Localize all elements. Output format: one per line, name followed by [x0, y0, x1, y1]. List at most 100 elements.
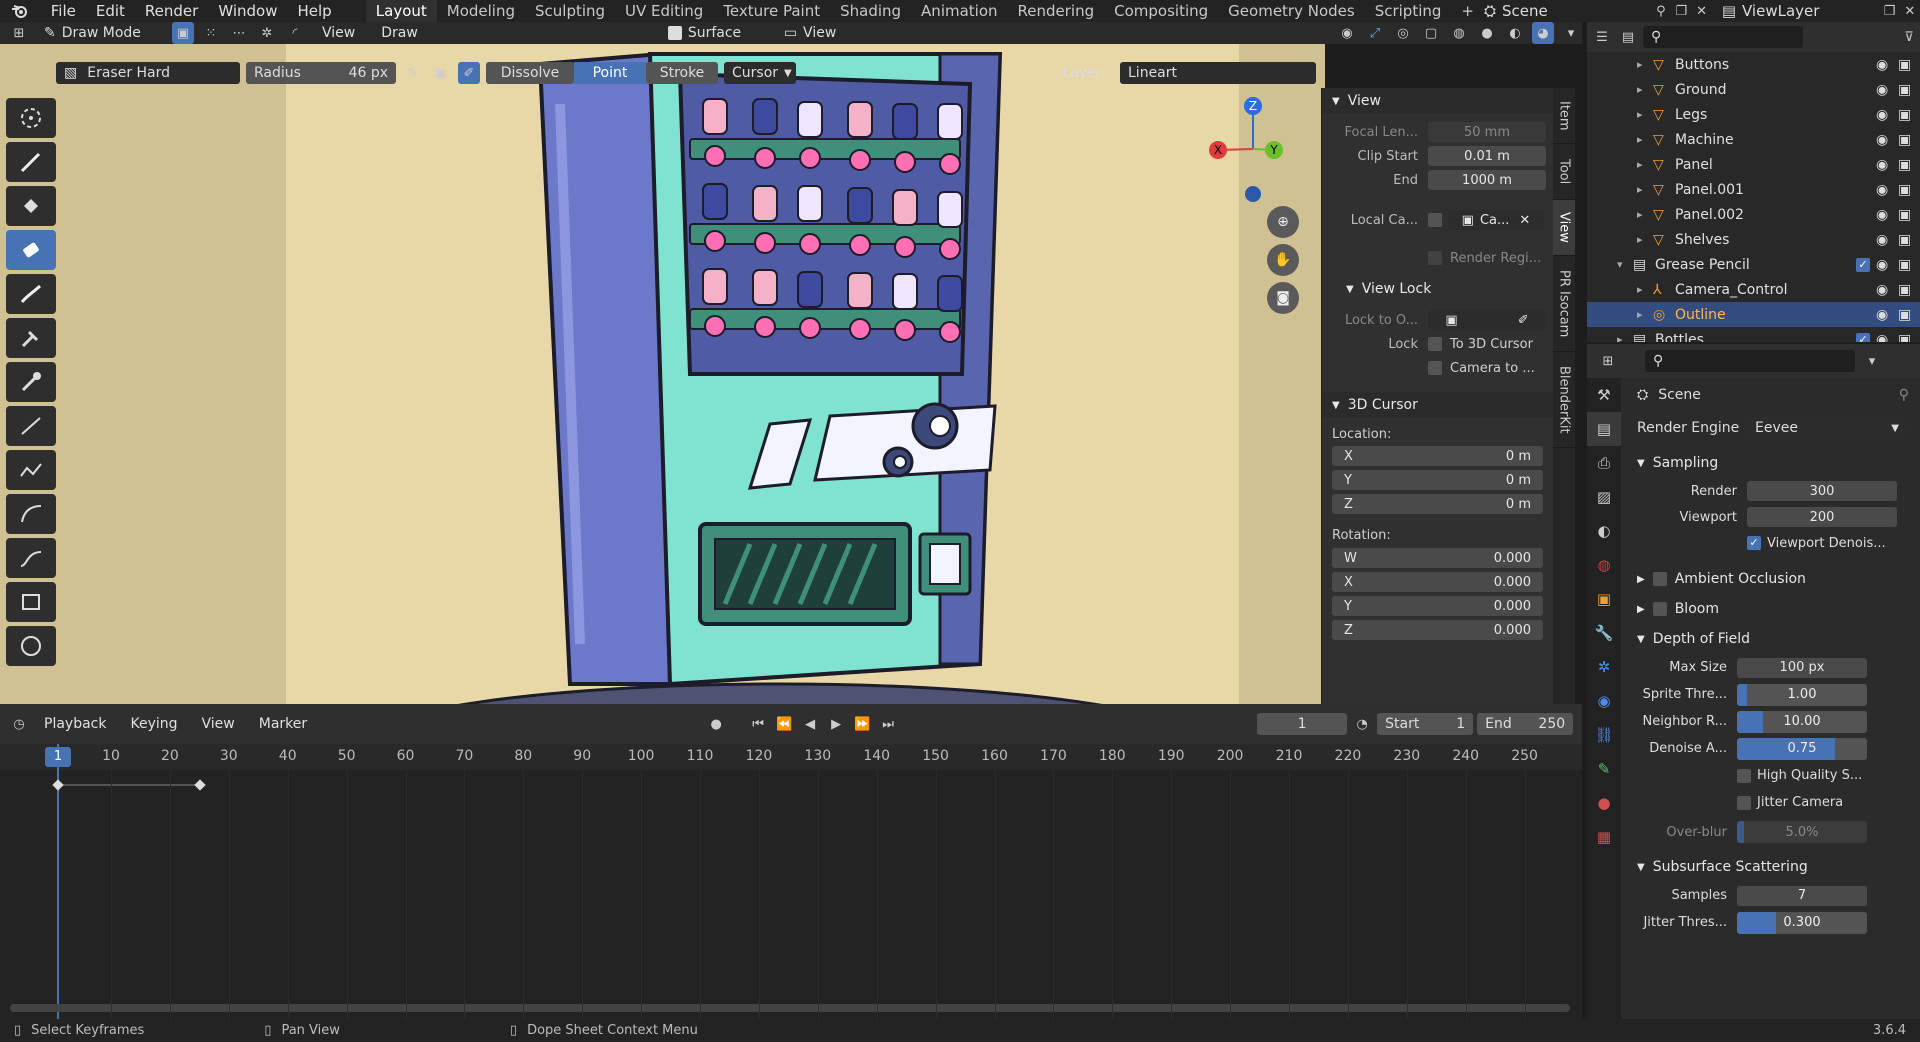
bloom-section[interactable]: ▶ Bloom: [1627, 594, 1917, 624]
local-camera-checkbox[interactable]: [1428, 213, 1442, 227]
play-reverse-icon[interactable]: ◀: [799, 713, 821, 735]
editor-type-icon[interactable]: ⊞: [8, 22, 30, 44]
sampling-section[interactable]: ▼ Sampling: [1627, 448, 1917, 478]
select-segment-icon[interactable]: ⋯: [228, 22, 250, 44]
camera-view-icon[interactable]: ◙: [1267, 282, 1299, 314]
viewport-denoise-checkbox[interactable]: ✓: [1747, 536, 1761, 550]
stroke-placement-dropdown[interactable]: Surface: [659, 22, 770, 44]
jitter-threshold-slider[interactable]: 0.300: [1737, 911, 1867, 934]
workspace-tab-compositing[interactable]: Compositing: [1104, 0, 1218, 22]
eye-icon[interactable]: ◉: [1876, 307, 1898, 323]
menu-window[interactable]: Window: [208, 0, 287, 22]
overlay-icon[interactable]: ◎: [1392, 22, 1414, 44]
render-camera-icon[interactable]: ▣: [1898, 332, 1920, 343]
view-panel-header[interactable]: ▼ View: [1322, 88, 1553, 114]
material-tab-icon[interactable]: ●: [1587, 786, 1621, 820]
next-keyframe-icon[interactable]: ⏩: [851, 713, 873, 735]
subsurface-scattering-section[interactable]: ▼ Subsurface Scattering: [1627, 852, 1917, 882]
workspace-tab-uv-editing[interactable]: UV Editing: [615, 0, 713, 22]
arc-tool[interactable]: [6, 494, 56, 534]
expand-arrow-icon[interactable]: ▸: [1637, 208, 1653, 221]
view-dropdown[interactable]: ▭ View: [775, 22, 886, 44]
pressure-icon[interactable]: ✎: [402, 62, 424, 84]
stroke-button[interactable]: Stroke: [646, 62, 718, 84]
jitter-camera-checkbox[interactable]: [1737, 795, 1751, 810]
eye-icon[interactable]: ◉: [1876, 182, 1898, 198]
eye-icon[interactable]: ◉: [1876, 82, 1898, 98]
select-strokes-icon[interactable]: ⁙: [200, 22, 222, 44]
outliner-row[interactable]: ▸ ▽ Panel.002 ◉ ▣: [1587, 202, 1920, 227]
pin-icon[interactable]: ⚲: [1651, 0, 1671, 22]
viewport-view-menu[interactable]: View: [312, 22, 365, 44]
constraints-tab-icon[interactable]: ⛓: [1587, 718, 1621, 752]
clip-end-field[interactable]: 1000 m: [1428, 170, 1546, 190]
visibility-icon[interactable]: ◉: [1336, 22, 1358, 44]
current-frame-field[interactable]: 1: [1257, 713, 1348, 735]
render-camera-icon[interactable]: ▣: [1898, 57, 1920, 73]
timeline-view-menu[interactable]: View: [192, 713, 245, 735]
render-engine-dropdown[interactable]: Eevee ▼: [1747, 417, 1907, 439]
texture-tab-icon[interactable]: ▦: [1587, 820, 1621, 854]
close-icon[interactable]: ✕: [1519, 213, 1530, 228]
horizontal-scrollbar[interactable]: [10, 1004, 1570, 1012]
render-samples-field[interactable]: 300: [1747, 481, 1897, 501]
hand-pan-icon[interactable]: ✋: [1267, 244, 1299, 276]
menu-edit[interactable]: Edit: [86, 0, 135, 22]
fill-tool[interactable]: [6, 186, 56, 226]
tab-tool[interactable]: Tool: [1553, 144, 1575, 200]
stopwatch-icon[interactable]: ◔: [1351, 713, 1373, 735]
new-view-layer-icon[interactable]: ❐: [1879, 0, 1899, 22]
view-layer-tab-icon[interactable]: ▨: [1587, 480, 1621, 514]
timeline-editor[interactable]: ◷ Playback Keying View Marker ● ⏮ ⏪ ◀ ▶ …: [0, 704, 1582, 1019]
lock-to-cursor-checkbox[interactable]: [1428, 337, 1442, 351]
eye-icon[interactable]: ◉: [1876, 157, 1898, 173]
workspace-tab-shading[interactable]: Shading: [830, 0, 911, 22]
workspace-tab-sculpting[interactable]: Sculpting: [525, 0, 615, 22]
select-points-icon[interactable]: ▣: [172, 22, 194, 44]
outliner-search-input[interactable]: ⚲: [1643, 26, 1803, 48]
start-frame-field[interactable]: Start 1: [1377, 713, 1474, 735]
world-tab-icon[interactable]: ◍: [1587, 548, 1621, 582]
collection-checkbox[interactable]: ✓: [1856, 332, 1870, 342]
physics-tab-icon[interactable]: ◉: [1587, 684, 1621, 718]
ambient-occlusion-section[interactable]: ▶ Ambient Occlusion: [1627, 564, 1917, 594]
cursor-location-x[interactable]: X 0 m: [1332, 446, 1543, 466]
cursor-rotation-y[interactable]: Y 0.000: [1332, 596, 1543, 616]
xray-icon[interactable]: ▢: [1420, 22, 1442, 44]
viewport-samples-field[interactable]: 200: [1747, 507, 1897, 527]
eye-icon[interactable]: ◉: [1876, 57, 1898, 73]
curve-tool[interactable]: [6, 538, 56, 578]
expand-arrow-icon[interactable]: ▸: [1617, 333, 1633, 342]
outliner-row[interactable]: ▸ ▽ Panel ◉ ▣: [1587, 152, 1920, 177]
wireframe-shading-icon[interactable]: ◍: [1448, 22, 1470, 44]
size-icon[interactable]: ▣: [430, 62, 452, 84]
eyedropper-tool[interactable]: [6, 362, 56, 402]
expand-arrow-icon[interactable]: ▸: [1637, 133, 1653, 146]
viewport-draw-menu[interactable]: Draw: [371, 22, 428, 44]
expand-arrow-icon[interactable]: ▸: [1637, 283, 1653, 296]
3d-cursor-header[interactable]: ▼ 3D Cursor: [1322, 392, 1553, 418]
outliner-row[interactable]: ▸ ▽ Ground ◉ ▣: [1587, 77, 1920, 102]
pin-tool-icon[interactable]: ✐: [458, 62, 480, 84]
modifier-tab-icon[interactable]: 🔧: [1587, 616, 1621, 650]
outliner-row[interactable]: ▸ ▽ Legs ◉ ▣: [1587, 102, 1920, 127]
end-frame-field[interactable]: End 250: [1477, 713, 1574, 735]
local-camera-field[interactable]: ▣ Ca... ✕: [1448, 210, 1544, 230]
new-scene-icon[interactable]: ❐: [1671, 0, 1691, 22]
eyedropper-icon[interactable]: ✐: [1518, 313, 1529, 328]
cutter-tool[interactable]: [6, 318, 56, 358]
editor-type-icon[interactable]: ☰: [1591, 26, 1613, 48]
clip-start-field[interactable]: 0.01 m: [1428, 146, 1546, 166]
cursor-rotation-w[interactable]: W 0.000: [1332, 548, 1543, 568]
mode-selector[interactable]: ✎ Draw Mode: [36, 22, 166, 44]
dissolve-button[interactable]: Dissolve: [486, 62, 574, 84]
camera-to-view-checkbox[interactable]: [1428, 361, 1442, 375]
output-tab-icon[interactable]: ⎙: [1587, 446, 1621, 480]
display-mode-icon[interactable]: ▤: [1617, 26, 1639, 48]
radius-field[interactable]: Radius 46 px: [246, 62, 396, 84]
neighbor-rejection-slider[interactable]: 10.00: [1737, 710, 1867, 733]
eye-icon[interactable]: ◉: [1876, 232, 1898, 248]
eye-icon[interactable]: ◉: [1876, 332, 1898, 343]
render-camera-icon[interactable]: ▣: [1898, 107, 1920, 123]
cursor-rotation-z[interactable]: Z 0.000: [1332, 620, 1543, 640]
